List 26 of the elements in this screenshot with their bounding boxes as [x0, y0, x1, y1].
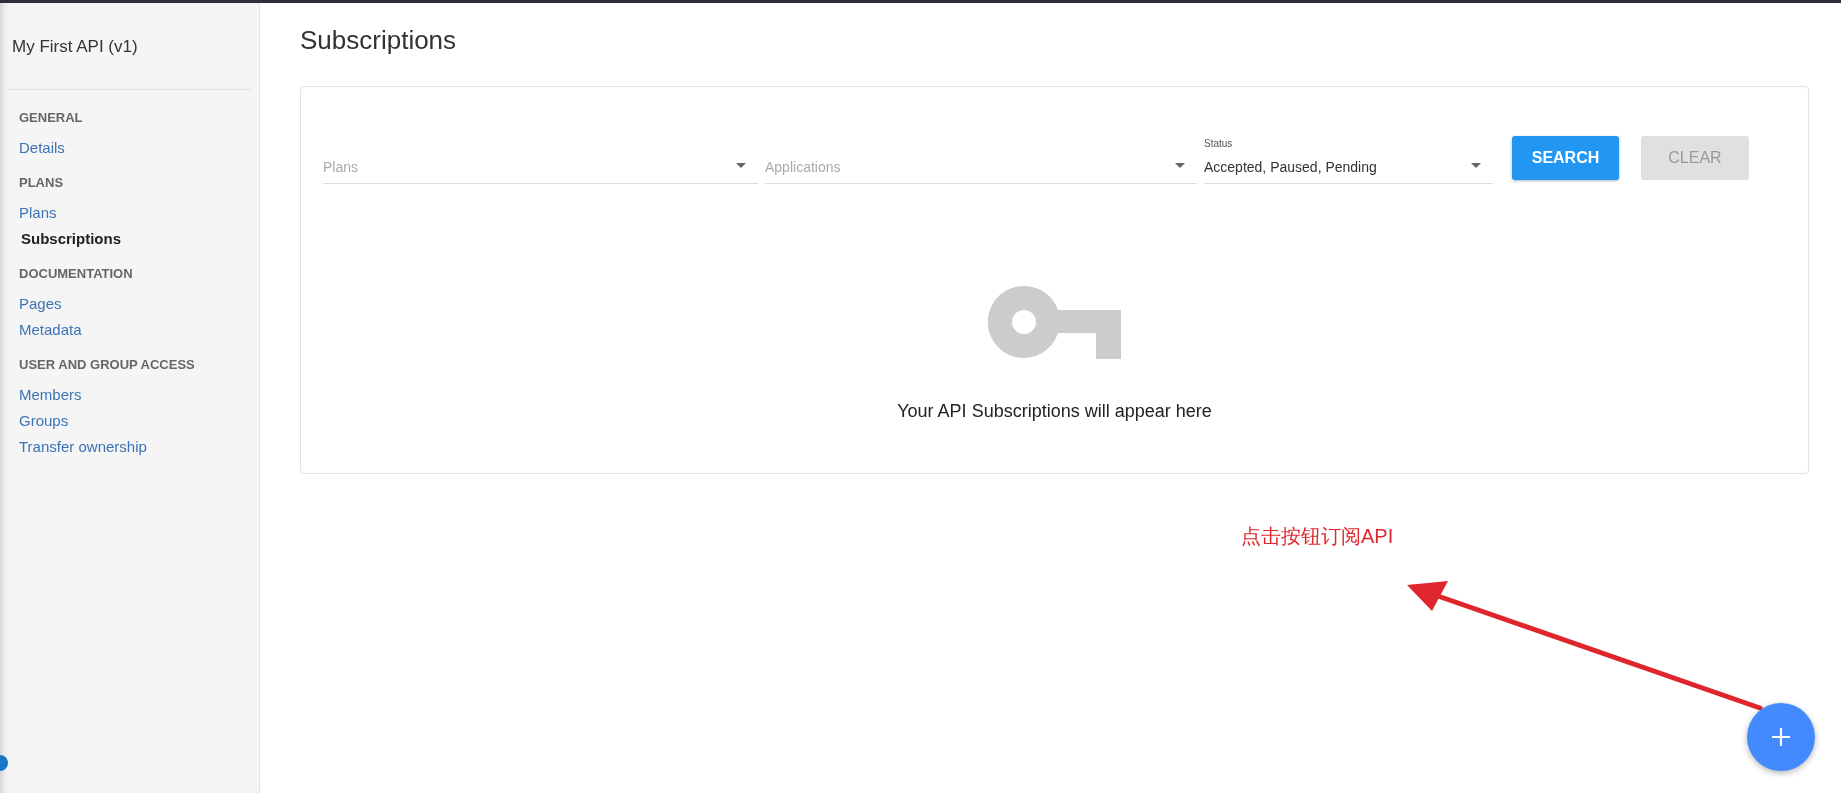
caret-icon	[736, 163, 746, 168]
annotation-note: 点击按钮订阅API	[1241, 524, 1394, 549]
select-field[interactable]: Status Accepted, Paused, Pending	[1204, 132, 1493, 184]
sidebar-link[interactable]: Plans	[19, 200, 57, 226]
sidebar-link[interactable]: Members	[19, 382, 82, 408]
section-heading: USER AND GROUP ACCESS	[19, 357, 195, 372]
plus-icon	[1771, 727, 1791, 747]
search-button[interactable]: SEARCH	[1512, 136, 1619, 180]
add-button[interactable]	[1747, 703, 1815, 771]
page-title: Subscriptions	[300, 25, 458, 56]
caret-icon	[1175, 163, 1185, 168]
sidebar-link[interactable]: Transfer ownership	[19, 434, 147, 460]
section-heading: GENERAL	[19, 110, 83, 125]
select-field[interactable]: Applications	[765, 132, 1197, 184]
empty-state-message: Your API Subscriptions will appear here	[897, 401, 1212, 422]
sidebar-link[interactable]: Metadata	[19, 317, 82, 343]
api-title: My First API (v1)	[11, 37, 139, 58]
sidebar-link[interactable]: Details	[19, 135, 65, 161]
sidebar-link[interactable]: Subscriptions	[19, 226, 121, 252]
select-field[interactable]: Plans	[323, 132, 758, 184]
section-heading: PLANS	[19, 175, 64, 190]
caret-icon	[1471, 163, 1481, 168]
key-icon	[988, 286, 1121, 359]
sidebar-link[interactable]: Groups	[19, 408, 69, 434]
section-heading: DOCUMENTATION	[19, 266, 133, 281]
sidebar-link[interactable]: Pages	[19, 291, 62, 317]
